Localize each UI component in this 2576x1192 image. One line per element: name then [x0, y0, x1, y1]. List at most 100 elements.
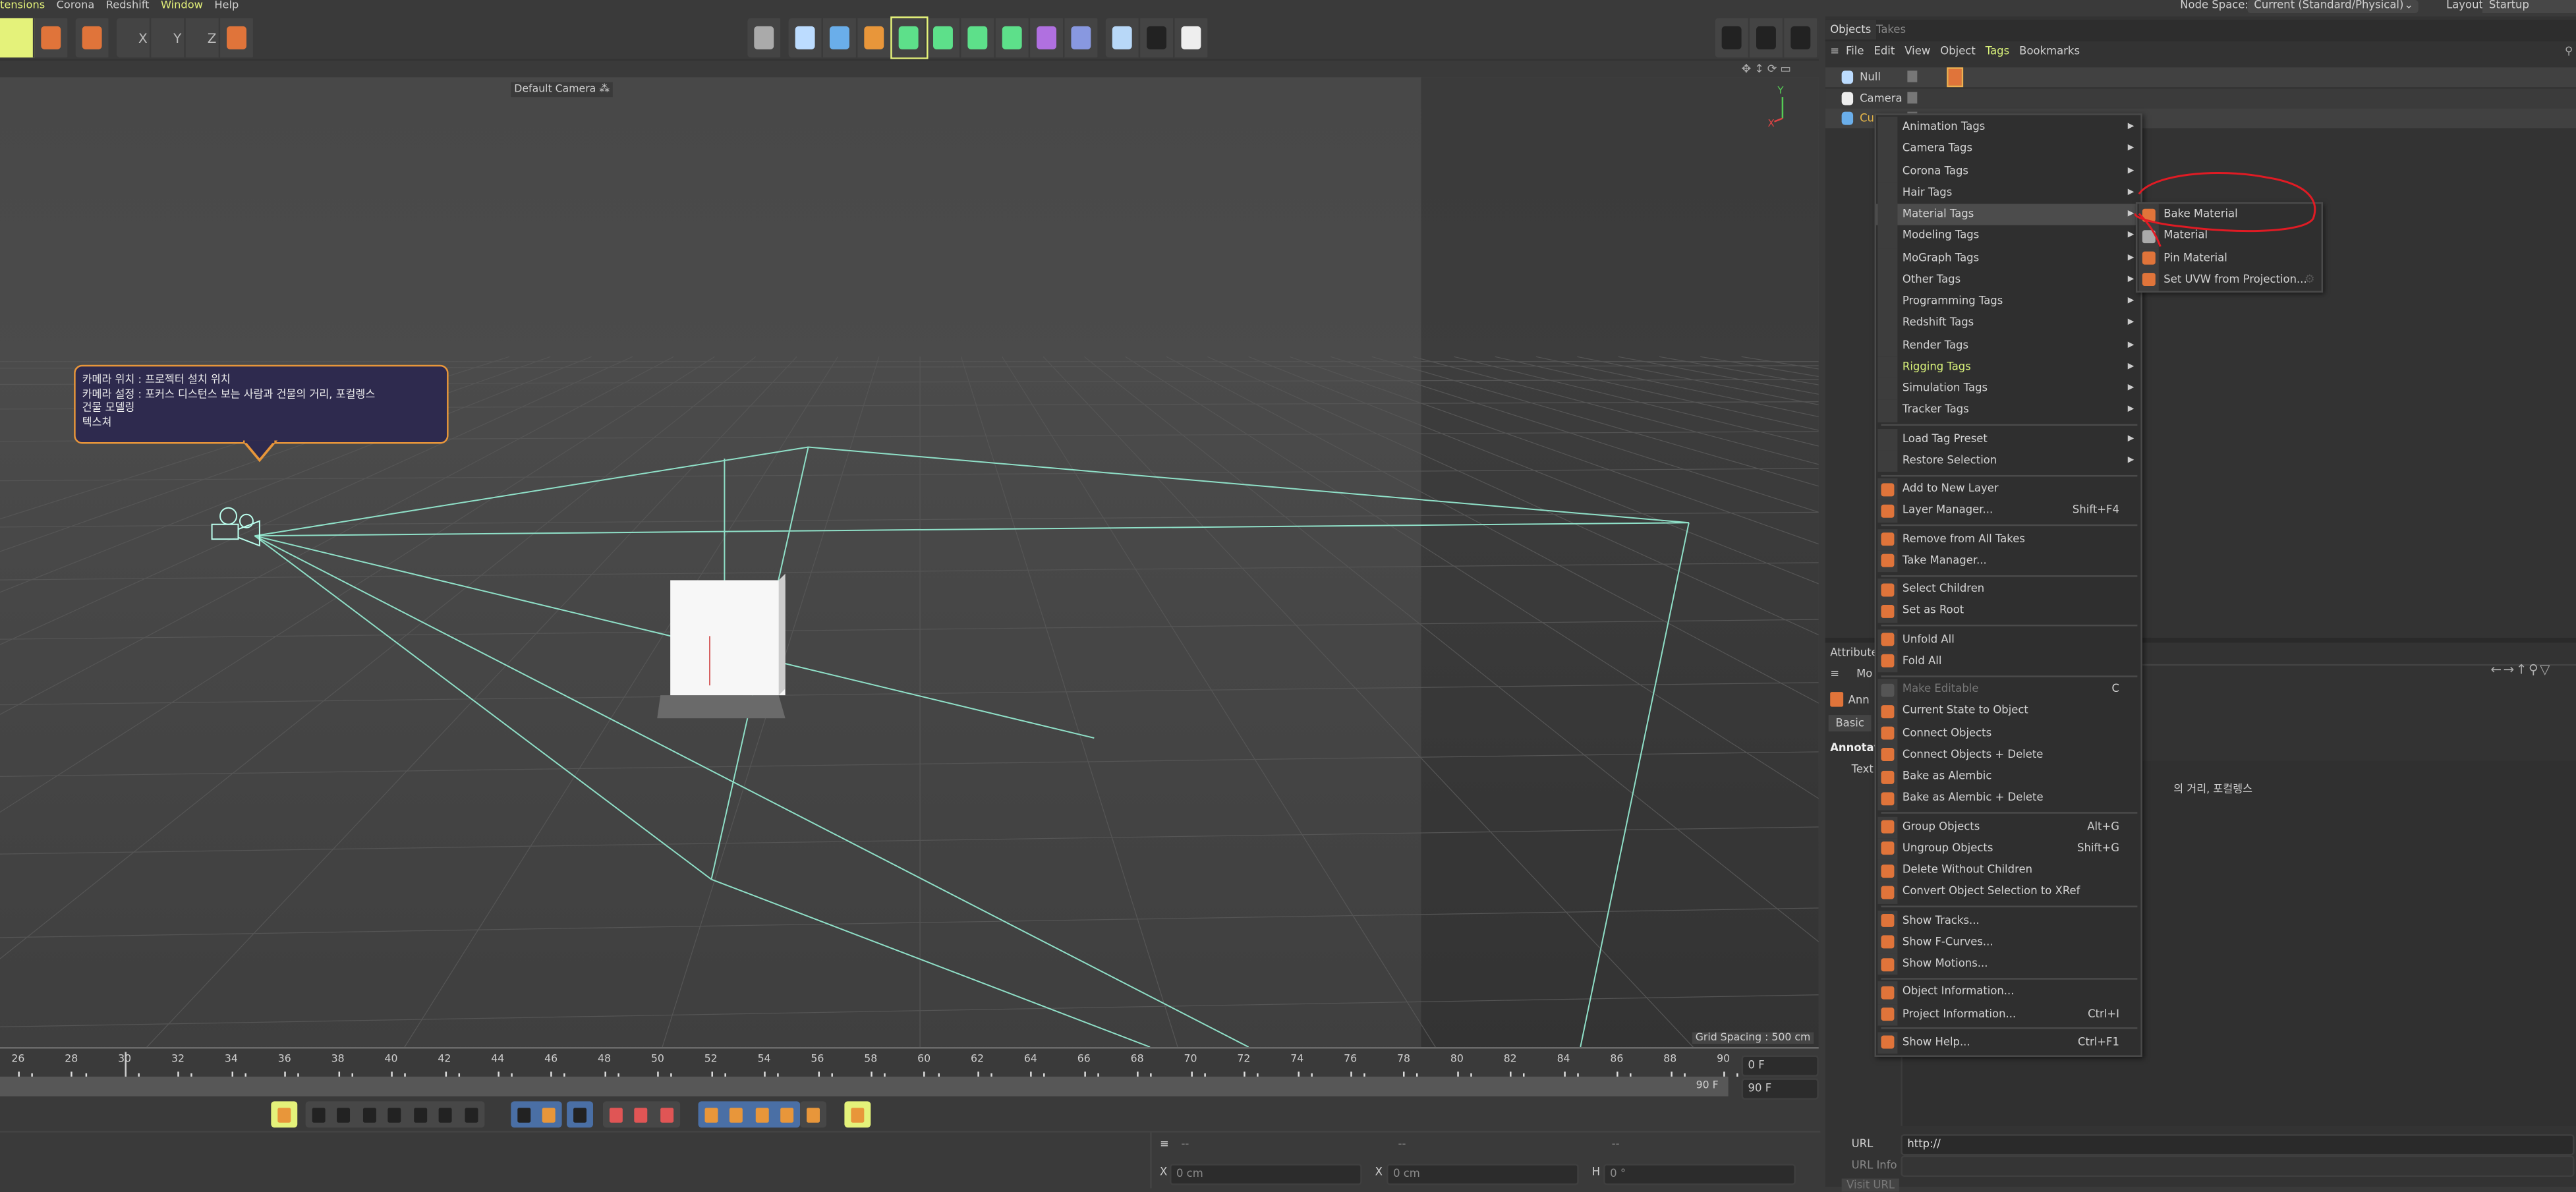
- tab-attributes[interactable]: Attribute: [1830, 646, 1878, 659]
- menu-item-corona-tags[interactable]: Corona Tags ▶: [1876, 160, 2140, 183]
- scale-x-field[interactable]: 0 cm: [1387, 1164, 1579, 1185]
- menu-item-group-objects[interactable]: Group Objects Alt+G: [1876, 816, 2140, 838]
- camera-dropdown[interactable]: Default Camera ⁂: [511, 82, 614, 98]
- menu-item-project-information[interactable]: Project Information... Ctrl+I: [1876, 1003, 2140, 1025]
- objects-menu-view[interactable]: View: [1904, 44, 1930, 57]
- menu-item-modeling-tags[interactable]: Modeling Tags ▶: [1876, 225, 2140, 248]
- z-axis-lock-button[interactable]: Z: [186, 18, 221, 58]
- menu-item-mograph-tags[interactable]: MoGraph Tags ▶: [1876, 247, 2140, 270]
- node-space-dropdown[interactable]: Current (Standard/Physical) ⌄: [2247, 0, 2419, 13]
- menu-item-current-state-to-object[interactable]: Current State to Object: [1876, 700, 2140, 723]
- record-button[interactable]: [603, 1101, 629, 1127]
- menu-item-show-f-curves[interactable]: Show F-Curves...: [1876, 931, 2140, 953]
- url-input[interactable]: http://: [1901, 1134, 2575, 1156]
- menu-item-bake-as-alembic-delete[interactable]: Bake as Alembic + Delete: [1876, 787, 2140, 810]
- keyframe-mode-button[interactable]: [271, 1101, 297, 1127]
- annotation-tag-icon[interactable]: [1947, 67, 1964, 88]
- key-param-button[interactable]: [774, 1101, 800, 1127]
- tab-objects[interactable]: Objects: [1825, 19, 1876, 40]
- menu-item-rigging-tags[interactable]: Rigging Tags ▶: [1876, 356, 2140, 378]
- search-icon[interactable]: ⚲: [2565, 43, 2573, 61]
- scale-rotate-button[interactable]: [34, 18, 69, 58]
- menu-item-connect-objects-delete[interactable]: Connect Objects + Delete: [1876, 744, 2140, 766]
- menu-item-bake-as-alembic[interactable]: Bake as Alembic: [1876, 766, 2140, 788]
- camera-button[interactable]: [1140, 18, 1175, 58]
- menu-item-redshift-tags[interactable]: Redshift Tags ▶: [1876, 312, 2140, 335]
- key-rotation-button[interactable]: [724, 1101, 749, 1127]
- y-axis-lock-button[interactable]: Y: [151, 18, 186, 58]
- current-frame-field[interactable]: 0 F: [1741, 1055, 1819, 1077]
- menu-item-select-children[interactable]: Select Children: [1876, 579, 2140, 601]
- go-to-end-button[interactable]: [459, 1101, 484, 1127]
- cube-button[interactable]: [823, 18, 858, 58]
- menu-item-delete-without-children[interactable]: Delete Without Children: [1876, 859, 2140, 882]
- prev-key-button[interactable]: [331, 1101, 357, 1127]
- render-region-button[interactable]: [747, 18, 782, 58]
- attributes-mode-menu[interactable]: Mo: [1856, 667, 1872, 681]
- menu-item-make-editable[interactable]: Make Editable C: [1876, 679, 2140, 701]
- motion-blend-button[interactable]: [844, 1101, 870, 1127]
- gear-icon[interactable]: ⚙: [2304, 269, 2315, 291]
- submenu-item-set-uvw-from-projection[interactable]: Set UVW from Projection... ⚙: [2137, 269, 2321, 291]
- key-position-button[interactable]: [699, 1101, 724, 1127]
- menu-item-layer-manager[interactable]: Layer Manager... Shift+F4: [1876, 499, 2140, 523]
- next-frame-button[interactable]: [407, 1101, 433, 1127]
- menu-icon[interactable]: ≡: [1830, 44, 1839, 57]
- x-axis-lock-button[interactable]: X: [117, 18, 152, 58]
- menu-window[interactable]: Window: [161, 0, 203, 11]
- objects-menu-object[interactable]: Object: [1940, 44, 1976, 57]
- prev-frame-button[interactable]: [357, 1101, 382, 1127]
- object-name[interactable]: Camera: [1860, 91, 1903, 104]
- url-info-field[interactable]: [1901, 1155, 2575, 1178]
- object-name[interactable]: Cu: [1860, 112, 1874, 125]
- sound-button[interactable]: [567, 1101, 592, 1127]
- menu-redshift[interactable]: Redshift: [106, 0, 150, 11]
- menu-item-material-tags[interactable]: Material Tags ▶: [1876, 204, 2141, 226]
- rotation-h-field[interactable]: 0 °: [1603, 1164, 1796, 1185]
- subdivision-surface-button[interactable]: [890, 16, 929, 59]
- menu-tensions[interactable]: tensions: [0, 0, 45, 11]
- objects-menu-edit[interactable]: Edit: [1874, 44, 1895, 57]
- timeline-range-bar[interactable]: 90 F: [0, 1076, 1729, 1096]
- loop-button[interactable]: [511, 1101, 536, 1127]
- autokey-button[interactable]: [629, 1101, 654, 1127]
- null-object-button[interactable]: [789, 18, 823, 58]
- extrude-button[interactable]: [927, 18, 961, 58]
- object-row[interactable]: Null: [1825, 67, 2576, 88]
- annotation-bubble[interactable]: 카메라 위치 : 프로젝터 설치 위치 카메라 설정 : 포커스 디스턴스 보는…: [74, 364, 449, 444]
- menu-item-hair-tags[interactable]: Hair Tags ▶: [1876, 182, 2140, 204]
- move-tool-button[interactable]: [0, 18, 35, 58]
- menu-item-show-help[interactable]: Show Help... Ctrl+F1: [1876, 1031, 2140, 1054]
- menu-item-fold-all[interactable]: Fold All: [1876, 650, 2140, 673]
- visit-url-button[interactable]: Visit URL: [1841, 1178, 1900, 1192]
- menu-item-object-information[interactable]: Object Information...: [1876, 981, 2140, 1004]
- go-to-start-button[interactable]: [306, 1101, 331, 1127]
- menu-item-other-tags[interactable]: Other Tags ▶: [1876, 269, 2140, 291]
- menu-item-restore-selection[interactable]: Restore Selection ▶: [1876, 449, 2140, 472]
- timeline-ruler[interactable]: [0, 1046, 1819, 1080]
- object-row[interactable]: Camera: [1825, 88, 2576, 108]
- menu-item-load-tag-preset[interactable]: Load Tag Preset ▶: [1876, 428, 2140, 450]
- objects-menu-file[interactable]: File: [1846, 44, 1864, 57]
- object-name[interactable]: Null: [1860, 71, 1881, 84]
- menu-item-convert-object-selection-to-xref[interactable]: Convert Object Selection to XRef: [1876, 881, 2140, 903]
- menu-item-connect-objects[interactable]: Connect Objects: [1876, 722, 2140, 745]
- visibility-toggle[interactable]: [1907, 71, 1918, 82]
- menu-corona[interactable]: Corona: [57, 0, 95, 11]
- deformer-button[interactable]: [1064, 18, 1099, 58]
- menu-item-tracker-tags[interactable]: Tracker Tags ▶: [1876, 399, 2140, 422]
- attributes-nav-icons[interactable]: ←→↑⚲▽: [2490, 662, 2552, 677]
- menu-item-unfold-all[interactable]: Unfold All: [1876, 629, 2140, 651]
- menu-icon[interactable]: ≡: [1160, 1137, 1169, 1150]
- menu-icon[interactable]: ≡: [1830, 667, 1839, 681]
- render-settings-button[interactable]: [1784, 18, 1819, 58]
- menu-help[interactable]: Help: [214, 0, 239, 11]
- tab-takes[interactable]: Takes: [1876, 20, 1906, 40]
- menu-item-show-motions[interactable]: Show Motions...: [1876, 953, 2140, 975]
- menu-item-simulation-tags[interactable]: Simulation Tags ▶: [1876, 378, 2140, 400]
- objects-menu-bookmarks[interactable]: Bookmarks: [2019, 44, 2080, 57]
- mograph-fracture-button[interactable]: [996, 18, 1031, 58]
- menu-item-animation-tags[interactable]: Animation Tags ▶: [1876, 117, 2140, 139]
- objects-menu-tags[interactable]: Tags: [1986, 44, 2009, 57]
- viewport-nav-icons[interactable]: ✥↕⟳▭: [1742, 63, 1794, 76]
